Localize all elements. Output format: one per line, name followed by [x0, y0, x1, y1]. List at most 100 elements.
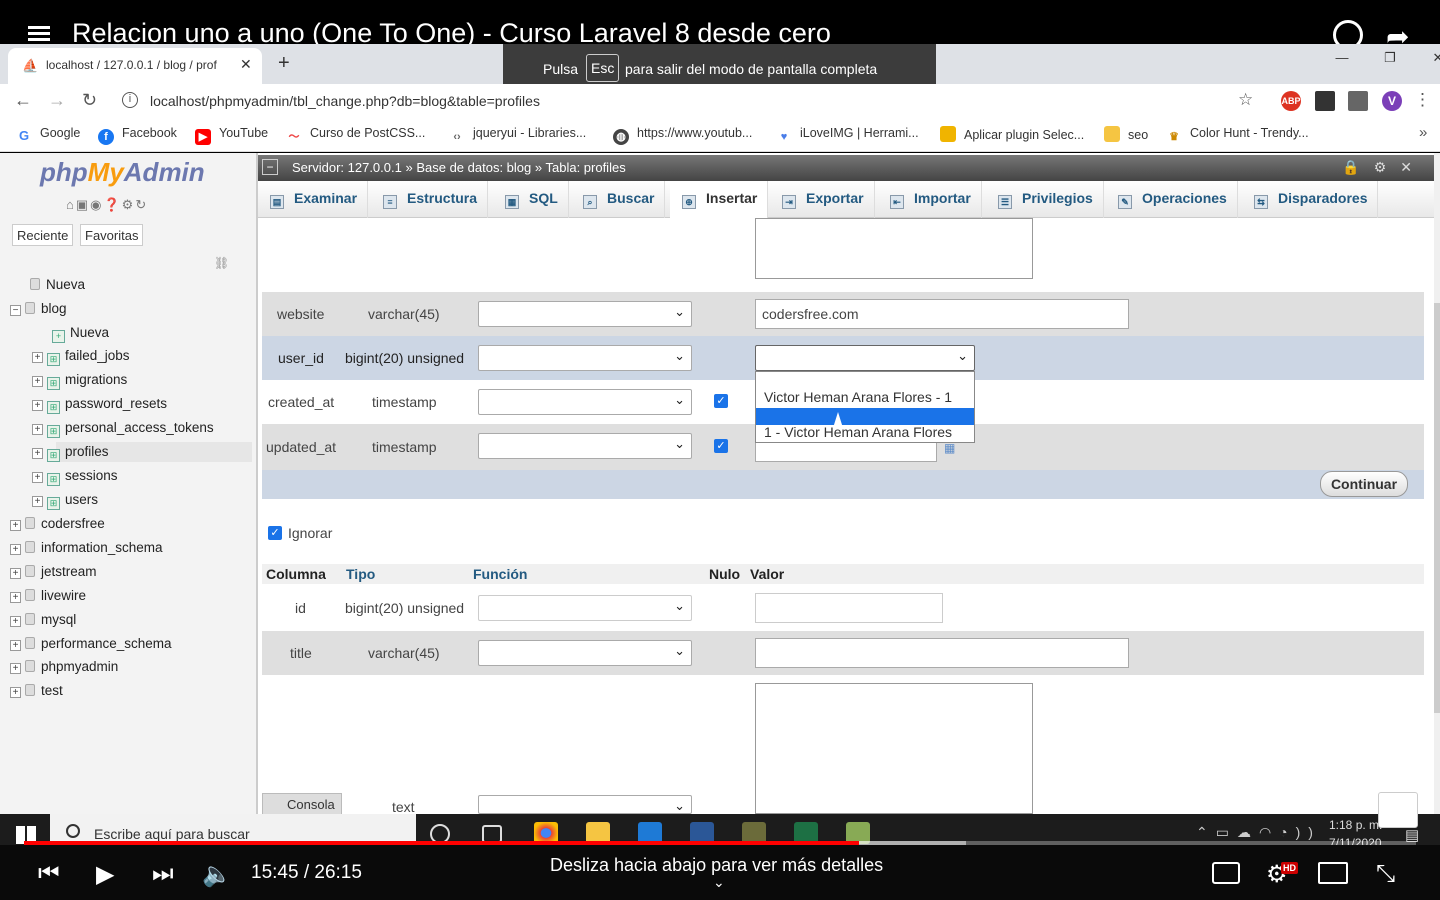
function-select[interactable]: ⌄	[478, 345, 692, 371]
function-select[interactable]: ⌄	[478, 595, 692, 621]
video-progress-bar[interactable]	[24, 841, 1416, 845]
tab-estructura[interactable]: ≡ Estructura	[371, 181, 489, 218]
tab-insertar[interactable]: ⊕ Insertar	[670, 181, 769, 218]
url-field[interactable]: i localhost/phpmyadmin/tbl_change.php?db…	[116, 88, 1266, 114]
bookmark-seo-folder[interactable]: seo	[1104, 126, 1148, 142]
bookmark-youtube[interactable]: ▶ YouTube	[195, 126, 268, 145]
link-chain-icon[interactable]: ⛓	[214, 256, 229, 270]
bookmark-facebook[interactable]: f Facebook	[98, 126, 177, 145]
reload-icon[interactable]: ↻	[82, 90, 97, 111]
tab-sql[interactable]: ▦ SQL	[493, 181, 569, 218]
tree-db[interactable]: + information_schema	[10, 540, 163, 555]
bookmark-postcss[interactable]: 〜 Curso de PostCSS...	[286, 126, 426, 145]
bookmark-aplicar[interactable]: Aplicar plugin Selec...	[940, 126, 1084, 142]
new-tab-button[interactable]: +	[278, 52, 290, 75]
value-input-website[interactable]: codersfree.com	[755, 299, 1129, 329]
pma-logo[interactable]: phpMyAdmin	[40, 157, 205, 188]
value-textarea-body[interactable]	[755, 683, 1033, 814]
tree-table[interactable]: + ⊞ personal_access_tokens	[32, 420, 214, 438]
null-checkbox[interactable]: ✓	[714, 394, 728, 408]
tab-buscar[interactable]: ⌕ Buscar	[571, 181, 666, 218]
tree-db[interactable]: + codersfree	[10, 516, 105, 531]
calendar-icon[interactable]: ▦	[944, 441, 955, 455]
minimize-icon[interactable]: —	[1318, 50, 1366, 65]
null-checkbox[interactable]: ✓	[714, 439, 728, 453]
tree-table[interactable]: + ⊞ profiles	[32, 444, 109, 462]
profile-avatar[interactable]: V	[1382, 91, 1402, 111]
collapse-nav-icon[interactable]: −	[262, 159, 278, 175]
bookmark-youtube-link[interactable]: ◍ https://www.youtub...	[613, 126, 752, 145]
bookmark-star-icon[interactable]: ☆	[1238, 90, 1253, 110]
value-input-id[interactable]	[755, 593, 943, 623]
textarea-prev[interactable]	[755, 218, 1033, 279]
volume-icon[interactable]: 🔈	[202, 860, 232, 889]
header-tools[interactable]: 🔒⚙✕	[1342, 159, 1426, 176]
panel-divider[interactable]	[256, 153, 258, 815]
ignore-checkbox[interactable]: ✓	[268, 526, 282, 540]
bookmark-iloveimg[interactable]: ♥ iLoveIMG | Herrami...	[776, 126, 919, 145]
exit-fullscreen-icon[interactable]: ⤡	[1376, 860, 1395, 888]
site-info-icon[interactable]: i	[122, 92, 138, 108]
function-select[interactable]: ⌄	[478, 795, 692, 814]
breadcrumb-server[interactable]: Servidor: 127.0.0.1 »	[292, 160, 413, 175]
user-id-dropdown[interactable]: Victor Heman Arana Flores - 1 1 - Victor…	[755, 371, 975, 443]
tree-db-blog[interactable]: − blog	[10, 301, 67, 316]
breadcrumb-db[interactable]: Base de datos: blog »	[416, 160, 542, 175]
tree-table[interactable]: + ⊞ sessions	[32, 468, 118, 486]
dropdown-option[interactable]: 1 - Victor Heman Arana Flores	[756, 424, 974, 441]
bookmark-google[interactable]: G Google	[16, 126, 80, 144]
cast-icon[interactable]	[1318, 862, 1348, 884]
close-window-icon[interactable]: ✕	[1414, 50, 1440, 66]
continue-button[interactable]: Continuar	[1320, 471, 1408, 497]
tree-table[interactable]: + ⊞ migrations	[32, 372, 127, 390]
tree-table[interactable]: + ⊞ password_resets	[32, 396, 167, 414]
function-select[interactable]: ⌄	[478, 389, 692, 415]
close-tab-icon[interactable]: ✕	[240, 56, 252, 73]
tab-examinar[interactable]: ▤ Examinar	[258, 181, 369, 218]
function-select[interactable]: ⌄	[478, 640, 692, 666]
chevron-down-icon[interactable]: ⌄	[713, 874, 725, 891]
tree-db[interactable]: + livewire	[10, 588, 86, 603]
tab-importar[interactable]: ⇤ Importar	[878, 181, 982, 218]
tree-table[interactable]: + ⊞ users	[32, 492, 98, 510]
adblock-icon[interactable]: ABP	[1281, 91, 1301, 111]
value-input-title[interactable]	[755, 638, 1129, 668]
dropdown-option-highlighted[interactable]	[756, 408, 974, 425]
tree-db[interactable]: + phpmyadmin	[10, 659, 118, 674]
qr-icon[interactable]	[1315, 91, 1335, 111]
function-select[interactable]: ⌄	[478, 301, 692, 327]
user-id-select[interactable]: ⌄	[755, 345, 975, 371]
function-select[interactable]: ⌄	[478, 433, 692, 459]
tree-blog-new[interactable]: + Nueva	[52, 325, 109, 343]
dropdown-option[interactable]: Victor Heman Arana Flores - 1	[756, 389, 974, 406]
back-icon[interactable]: ←	[14, 90, 32, 111]
yt-menu-icon[interactable]	[28, 26, 50, 42]
breadcrumb-table[interactable]: Tabla: profiles	[545, 160, 625, 175]
page-scrollbar[interactable]	[1434, 153, 1440, 815]
bookmark-colorhunt[interactable]: ♛ Color Hunt - Trendy...	[1166, 126, 1309, 145]
subtitles-icon[interactable]	[1212, 862, 1240, 884]
tab-disparadores[interactable]: ⇆ Disparadores	[1242, 181, 1379, 218]
dropdown-option-empty[interactable]	[756, 372, 974, 390]
tree-db[interactable]: + jetstream	[10, 564, 97, 579]
restore-icon[interactable]: ❐	[1366, 50, 1414, 66]
tab-privilegios[interactable]: ☰ Privilegios	[986, 181, 1104, 218]
tree-table[interactable]: + ⊞ failed_jobs	[32, 348, 130, 366]
tree-db[interactable]: + mysql	[10, 612, 76, 627]
forward-icon[interactable]: →	[48, 90, 66, 111]
more-bookmarks-icon[interactable]: »	[1419, 124, 1427, 141]
next-icon[interactable]: ⏭	[152, 860, 174, 888]
favorites-button[interactable]: Favoritas	[80, 224, 144, 246]
play-icon[interactable]: ▶	[96, 860, 114, 889]
browser-tab-pma[interactable]: ⛵ localhost / 127.0.0.1 / blog / prof ✕	[8, 48, 262, 84]
tab-exportar[interactable]: ⇥ Exportar	[770, 181, 875, 218]
tree-new-db[interactable]: Nueva	[30, 277, 85, 292]
bookmark-jqueryui[interactable]: ‹› jqueryui - Libraries...	[449, 126, 586, 145]
console-toggle[interactable]: Consola	[262, 793, 342, 815]
recent-button[interactable]: Reciente	[12, 224, 74, 246]
system-tray[interactable]: ⌃▭☁◠◔))	[1196, 824, 1321, 841]
chrome-menu-icon[interactable]: ⋮	[1414, 90, 1431, 110]
tab-operaciones[interactable]: ✎ Operaciones	[1106, 181, 1238, 218]
nav-quick-icons[interactable]: ⌂▣◉❓⚙↻	[66, 197, 148, 213]
tree-db[interactable]: + performance_schema	[10, 636, 172, 651]
